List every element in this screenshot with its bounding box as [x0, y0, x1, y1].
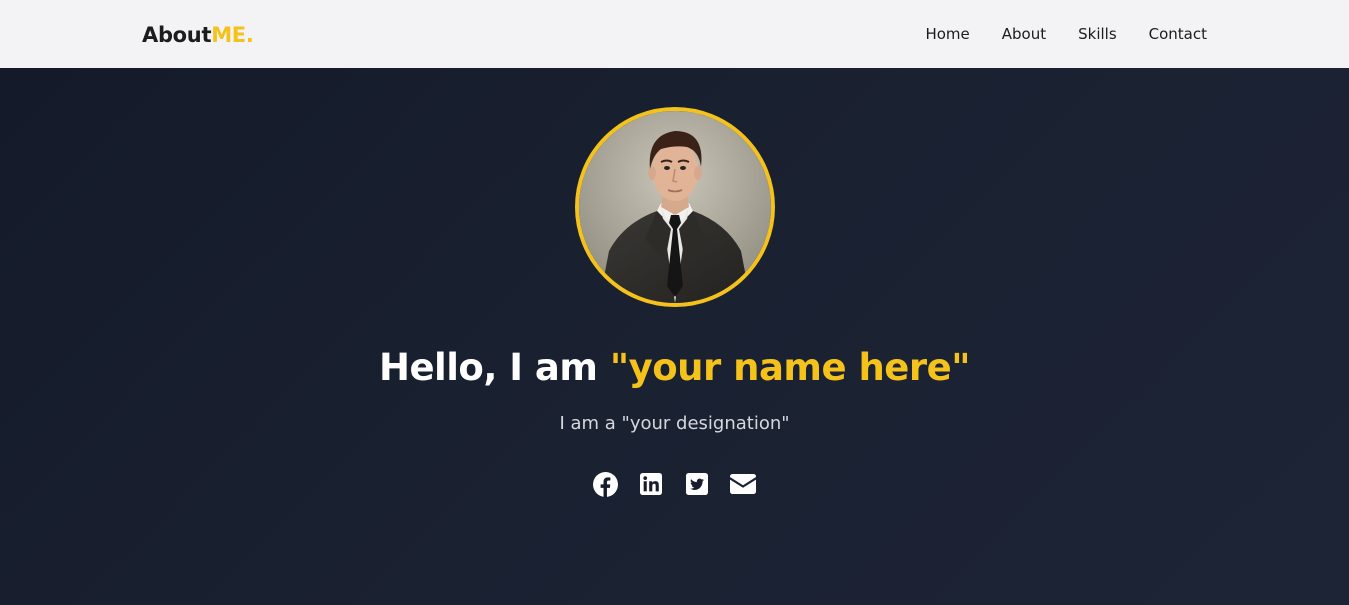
twitter-link[interactable] [684, 471, 710, 497]
email-link[interactable] [730, 471, 756, 497]
hero-name: "your name here" [609, 346, 971, 389]
social-links [592, 471, 756, 497]
nav-link-about[interactable]: About [1002, 23, 1046, 45]
hero-headline: Hello, I am "your name here" [0, 344, 1349, 392]
linkedin-link[interactable] [638, 471, 664, 497]
profile-avatar [575, 107, 775, 307]
facebook-link[interactable] [592, 471, 618, 497]
nav-link-contact[interactable]: Contact [1149, 23, 1207, 45]
email-icon [730, 474, 756, 494]
nav-link-home[interactable]: Home [925, 23, 969, 45]
hero-designation: I am a "your designation" [559, 413, 790, 434]
nav-links: Home About Skills Contact [893, 23, 1207, 45]
linkedin-icon [640, 473, 662, 495]
brand-logo[interactable]: AboutME. [142, 20, 254, 50]
facebook-icon [592, 471, 618, 497]
profile-portrait [579, 111, 771, 303]
nav-link-skills[interactable]: Skills [1078, 23, 1117, 45]
twitter-icon [686, 473, 708, 495]
brand-accent: ME. [211, 23, 254, 47]
navbar: AboutME. Home About Skills Contact [0, 0, 1349, 68]
hero-section: Hello, I am "your name here" I am a "you… [0, 68, 1349, 605]
hero-greeting: Hello, I am [378, 346, 598, 389]
brand-main: About [142, 23, 212, 47]
